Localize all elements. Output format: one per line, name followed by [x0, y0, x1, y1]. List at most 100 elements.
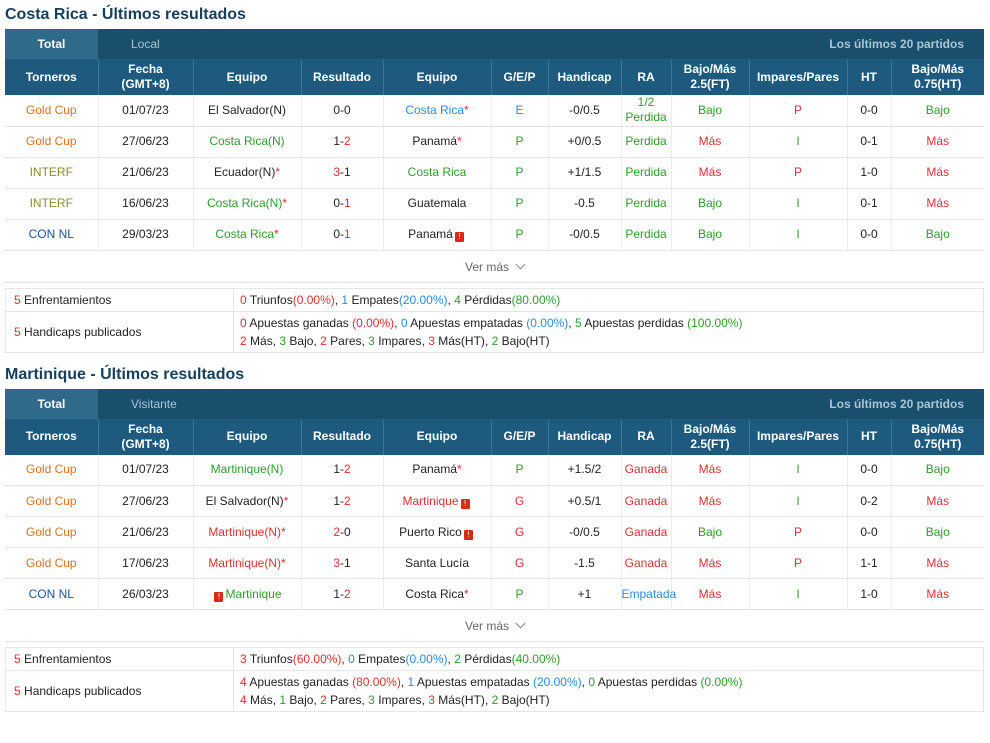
away-team-cell[interactable]: Martinique! [382, 485, 491, 517]
tab-bar: Total Local Los últimos 20 partidos [5, 29, 984, 59]
result-cell[interactable]: 1-2 [300, 126, 383, 158]
league-cell[interactable]: Gold Cup [5, 547, 98, 579]
league-cell[interactable]: Gold Cup [5, 95, 98, 127]
bajo-mas-ht-cell: Más [890, 157, 984, 189]
tab-side[interactable]: Visitante [98, 389, 829, 419]
table-row[interactable]: Gold Cup 17/06/23 Martinique(N)* 3-1 Santa L… [5, 547, 984, 579]
stat-count: 2 [491, 333, 499, 348]
home-score: 2 [333, 524, 340, 539]
handicap-cell: -0.5 [547, 188, 621, 220]
handicap-bets-line: 4 Apuestas ganadas (80.00%), 1 Apuestas … [240, 673, 977, 691]
handicap-cell: -0/0.5 [547, 219, 621, 251]
table-row[interactable]: Gold Cup 27/06/23 Costa Rica(N) 1-2 Panamá* P… [5, 126, 984, 158]
impares-pares-cell: I [748, 219, 847, 251]
handicaps-values: 4 Apuestas ganadas (80.00%), 1 Apuestas … [233, 670, 984, 712]
league-cell[interactable]: Gold Cup [5, 126, 98, 158]
table-row[interactable]: Gold Cup 01/07/23 El Salvador(N) 0-0 Costa R… [5, 95, 984, 127]
league-cell[interactable]: CON NL [5, 578, 98, 610]
league-cell[interactable]: Gold Cup [5, 454, 98, 486]
away-team-cell[interactable]: Panamá* [382, 126, 491, 158]
home-team-cell[interactable]: Ecuador(N)* [192, 157, 301, 189]
column-header: Impares/Pares [748, 59, 847, 95]
result-cell[interactable]: 1-2 [300, 485, 383, 517]
tab-side[interactable]: Local [98, 29, 829, 59]
table-row[interactable]: CON NL 29/03/23 Costa Rica* 0-1 Panamá! P -0/0… [5, 219, 984, 251]
home-team-name: Costa Rica [215, 227, 274, 241]
table-row[interactable]: Gold Cup 27/06/23 El Salvador(N)* 1-2 Martin… [5, 485, 984, 517]
table-row[interactable]: INTERF 21/06/23 Ecuador(N)* 3-1 Costa Rica P +… [5, 157, 984, 189]
away-team-cell[interactable]: Costa Rica [382, 157, 491, 189]
star-mark: * [464, 102, 469, 117]
summary-row: 5 Handicaps publicados 4 Apuestas ganadas… [5, 670, 984, 712]
league-cell[interactable]: Gold Cup [5, 516, 98, 548]
ht-cell: 0-2 [846, 485, 891, 517]
stat-label: Pares [330, 693, 362, 707]
section-title: Costa Rica - Últimos resultados [5, 6, 246, 23]
star-mark: * [275, 165, 281, 179]
stat-count: 2 [454, 652, 461, 666]
stat-count: 2 [320, 333, 327, 348]
result-cell[interactable]: 2-0 [300, 516, 383, 548]
table-row[interactable]: Gold Cup 01/07/23 Martinique(N) 1-2 Panamá* P… [5, 454, 984, 486]
stat-count: 5 [574, 315, 582, 330]
league-cell[interactable]: INTERF [5, 188, 98, 220]
away-team-cell[interactable]: Guatemala [382, 188, 491, 220]
summary-table: 5 Enfrentamientos 0 Triunfos(0.00%), 1 Em… [5, 287, 984, 353]
away-score: 1 [344, 227, 351, 241]
result-cell[interactable]: 3-1 [300, 157, 383, 189]
ver-mas-button[interactable]: Ver más [5, 251, 984, 283]
home-team-cell[interactable]: Martinique(N)* [192, 547, 301, 579]
table-row[interactable]: CON NL 26/03/23! Martinique 1-2 Costa Rica* P… [5, 578, 984, 610]
home-team-cell[interactable]: El Salvador(N) [192, 95, 301, 127]
tab-total[interactable]: Total [5, 388, 98, 419]
ver-mas-button[interactable]: Ver más [5, 610, 984, 642]
home-team-cell[interactable]: Martinique(N)* [192, 516, 301, 548]
table-row[interactable]: Gold Cup 21/06/23 Martinique(N)* 2-0 Puerto … [5, 516, 984, 548]
column-header: G/E/P [490, 59, 548, 95]
gep-cell: P [490, 219, 548, 251]
sep: , [394, 315, 401, 330]
result-cell[interactable]: 1-2 [300, 454, 383, 486]
league-cell[interactable]: Gold Cup [5, 485, 98, 517]
home-team-cell[interactable]: Costa Rica(N)* [192, 188, 301, 220]
away-team-name: Guatemala [407, 196, 467, 210]
away-team-cell[interactable]: Costa Rica* [382, 95, 491, 127]
home-team-cell[interactable]: Costa Rica(N) [192, 126, 301, 158]
home-score: 0 [333, 102, 340, 117]
home-team-cell[interactable]: ! Martinique [192, 578, 301, 610]
impares-pares-cell: P [748, 157, 847, 189]
league-cell[interactable]: INTERF [5, 157, 98, 189]
result-cell[interactable]: 0-0 [300, 95, 383, 127]
ra-cell: Perdida [620, 219, 671, 251]
sep: , [484, 333, 492, 348]
column-header: Equipo [382, 418, 491, 455]
stat-count: 1 [341, 292, 349, 307]
stat-percent: (20.00%) [532, 675, 582, 689]
stat-count: 0 [348, 652, 355, 666]
sep: , [568, 315, 575, 330]
away-team-cell[interactable]: Santa Lucía [382, 547, 491, 579]
ht-cell: 0-0 [846, 454, 891, 486]
count: 5 [14, 652, 21, 666]
result-cell[interactable]: 3-1 [300, 547, 383, 579]
away-team-cell[interactable]: Panamá! [382, 219, 491, 251]
column-header: Bajo/Más 2.5(FT) [670, 59, 749, 95]
result-cell[interactable]: 1-2 [300, 578, 383, 610]
home-team-cell[interactable]: Costa Rica* [192, 219, 301, 251]
tab-total[interactable]: Total [5, 29, 98, 59]
ra-cell: Empatada [620, 578, 676, 610]
table-row[interactable]: INTERF 16/06/23 Costa Rica(N)* 0-1 Guatemala… [5, 188, 984, 220]
home-team-cell[interactable]: El Salvador(N)* [192, 485, 301, 517]
stat-percent: (60.00%) [292, 652, 342, 666]
result-cell[interactable]: 0-1 [300, 219, 383, 251]
league-cell[interactable]: CON NL [5, 219, 98, 251]
away-team-cell[interactable]: Panamá* [382, 454, 491, 486]
away-team-cell[interactable]: Costa Rica* [382, 578, 491, 610]
star-mark: * [281, 555, 286, 570]
stat-count: 1 [407, 675, 415, 689]
away-team-cell[interactable]: Puerto Rico! [382, 516, 491, 548]
stat-label: Más [250, 693, 273, 707]
home-team-cell[interactable]: Martinique(N) [192, 454, 301, 486]
stat-percent: (0.00%) [526, 315, 569, 330]
result-cell[interactable]: 0-1 [300, 188, 383, 220]
